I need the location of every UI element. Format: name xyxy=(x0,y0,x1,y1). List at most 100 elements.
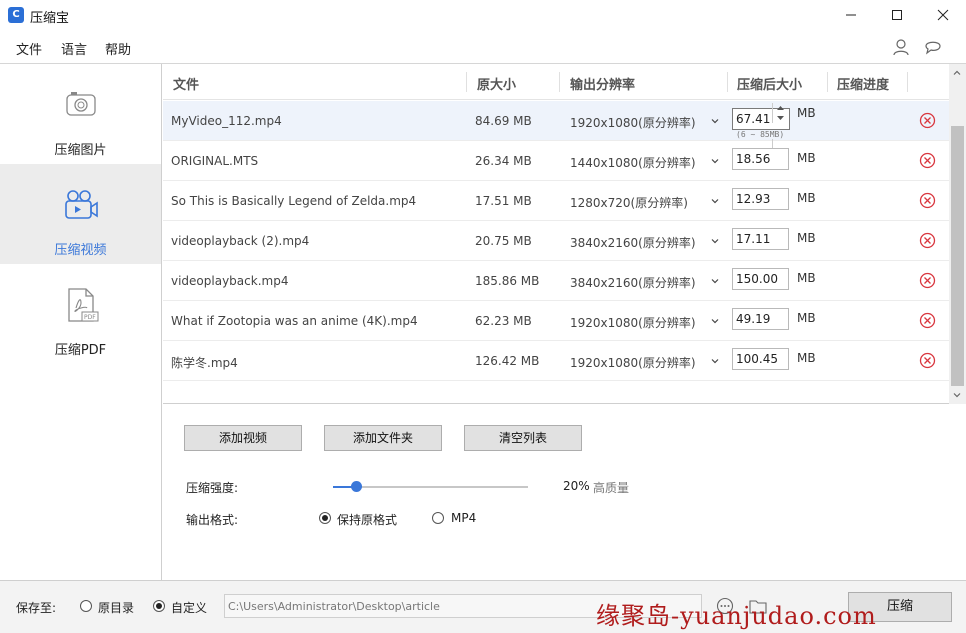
menu-help[interactable]: 帮助 xyxy=(105,39,131,58)
save-original-dir-radio[interactable] xyxy=(80,600,92,612)
header-progress: 压缩进度 xyxy=(837,78,890,93)
file-name: So This is Basically Legend of Zelda.mp4 xyxy=(171,194,417,208)
chat-icon[interactable] xyxy=(924,38,942,56)
menu-language[interactable]: 语言 xyxy=(61,39,87,58)
resolution-select[interactable]: 3840x2160(原分辨率) xyxy=(570,274,696,291)
save-to-label: 保存至: xyxy=(16,601,57,615)
strength-value: 20% xyxy=(563,479,590,493)
column-separator xyxy=(559,72,560,92)
minimize-button[interactable] xyxy=(828,0,874,30)
chevron-down-icon[interactable] xyxy=(710,356,720,366)
target-size-input[interactable]: 18.56 xyxy=(732,148,789,170)
chevron-down-icon[interactable] xyxy=(710,156,720,166)
scroll-thumb[interactable] xyxy=(951,126,964,386)
strength-slider-track[interactable] xyxy=(333,486,528,488)
add-folder-button[interactable]: 添加文件夹 xyxy=(324,425,442,451)
format-mp4-label[interactable]: MP4 xyxy=(451,511,476,525)
clear-list-button[interactable]: 清空列表 xyxy=(464,425,582,451)
target-size-input[interactable]: 17.11 xyxy=(732,228,789,250)
file-name: videoplayback (2).mp4 xyxy=(171,234,310,248)
target-size-input[interactable]: 150.00 xyxy=(732,268,789,290)
chevron-down-icon[interactable] xyxy=(710,196,720,206)
menu-bar: 文件 语言 帮助 xyxy=(0,32,966,62)
sidebar-item-compress-video[interactable]: 压缩视频 xyxy=(0,164,161,264)
strength-description: 高质量 xyxy=(593,481,630,495)
spin-down-icon[interactable] xyxy=(773,113,788,123)
size-unit: MB xyxy=(797,311,816,325)
resolution-select[interactable]: 1920x1080(原分辨率) xyxy=(570,354,696,371)
strength-label: 压缩强度: xyxy=(186,481,239,495)
strength-slider-handle[interactable] xyxy=(351,481,363,492)
remove-icon[interactable] xyxy=(919,232,936,249)
save-custom-radio[interactable] xyxy=(153,600,165,612)
close-icon xyxy=(937,9,949,21)
header-resolution: 输出分辨率 xyxy=(570,78,636,93)
target-size-input[interactable]: 12.93 xyxy=(732,188,789,210)
menu-file[interactable]: 文件 xyxy=(16,39,42,58)
scroll-down-icon[interactable] xyxy=(952,390,962,400)
file-name: What if Zootopia was an anime (4K).mp4 xyxy=(171,314,418,328)
chevron-down-icon[interactable] xyxy=(710,276,720,286)
maximize-button[interactable] xyxy=(874,0,920,30)
format-keep-radio[interactable] xyxy=(319,512,331,524)
remove-icon[interactable] xyxy=(919,192,936,209)
column-separator xyxy=(727,72,728,92)
table-row[interactable]: ORIGINAL.MTS 26.34 MB 1440x1080(原分辨率) 18… xyxy=(163,141,949,181)
user-icon[interactable] xyxy=(892,38,910,56)
table-row[interactable]: videoplayback.mp4 185.86 MB 3840x2160(原分… xyxy=(163,261,949,301)
sidebar-item-compress-pdf[interactable]: PDF 压缩PDF xyxy=(0,264,161,364)
table-row[interactable]: 陈学冬.mp4 126.42 MB 1920x1080(原分辨率) 100.45… xyxy=(163,341,949,381)
original-size: 17.51 MB xyxy=(475,194,532,208)
table-scrollbar[interactable] xyxy=(949,64,966,404)
sidebar-item-compress-image[interactable]: 压缩图片 xyxy=(0,64,161,164)
table-row[interactable]: videoplayback (2).mp4 20.75 MB 3840x2160… xyxy=(163,221,949,261)
title-bar: C 压缩宝 xyxy=(0,0,966,32)
resolution-select[interactable]: 1440x1080(原分辨率) xyxy=(570,154,696,171)
table-row[interactable]: What if Zootopia was an anime (4K).mp4 6… xyxy=(163,301,949,341)
size-unit: MB xyxy=(797,151,816,165)
chevron-down-icon[interactable] xyxy=(710,316,720,326)
format-keep-label[interactable]: 保持原格式 xyxy=(337,511,397,528)
original-size: 62.23 MB xyxy=(475,314,532,328)
target-size-input[interactable]: 100.45 xyxy=(732,348,789,370)
sidebar: 压缩图片 压缩视频 PDF 压缩PDF xyxy=(0,64,162,580)
watermark: 缘聚岛-yuanjudao.com xyxy=(596,602,877,630)
target-size-input[interactable]: 49.19 xyxy=(732,308,789,330)
pdf-icon: PDF xyxy=(68,288,99,322)
save-custom-label[interactable]: 自定义 xyxy=(171,599,207,616)
size-unit: MB xyxy=(797,271,816,285)
svg-text:PDF: PDF xyxy=(84,314,96,321)
table-row[interactable]: So This is Basically Legend of Zelda.mp4… xyxy=(163,181,949,221)
original-size: 84.69 MB xyxy=(475,114,532,128)
table-header: 文件 原大小 输出分辨率 压缩后大小 压缩进度 xyxy=(163,64,949,100)
chevron-down-icon[interactable] xyxy=(710,236,720,246)
resolution-select[interactable]: 1920x1080(原分辨率) xyxy=(570,114,696,131)
column-separator xyxy=(827,72,828,92)
resolution-select[interactable]: 1280x720(原分辨率) xyxy=(570,194,688,211)
file-table: 文件 原大小 输出分辨率 压缩后大小 压缩进度 MyVideo_112.mp4 … xyxy=(163,64,966,404)
chevron-down-icon[interactable] xyxy=(710,116,720,126)
image-icon xyxy=(66,92,96,116)
remove-icon[interactable] xyxy=(919,352,936,369)
resolution-select[interactable]: 1920x1080(原分辨率) xyxy=(570,314,696,331)
table-row[interactable]: MyVideo_112.mp4 84.69 MB 1920x1080(原分辨率)… xyxy=(163,101,949,159)
spin-buttons[interactable] xyxy=(772,103,787,123)
spin-up-icon[interactable] xyxy=(773,103,788,113)
add-video-button[interactable]: 添加视频 xyxy=(184,425,302,451)
file-name: MyVideo_112.mp4 xyxy=(171,114,282,128)
remove-icon[interactable] xyxy=(919,112,936,129)
format-mp4-radio[interactable] xyxy=(432,512,444,524)
original-size: 126.42 MB xyxy=(475,354,540,368)
window-title: 压缩宝 xyxy=(30,11,70,26)
remove-icon[interactable] xyxy=(919,272,936,289)
column-separator xyxy=(466,72,467,92)
minimize-icon xyxy=(846,14,856,16)
remove-icon[interactable] xyxy=(919,312,936,329)
remove-icon[interactable] xyxy=(919,152,936,169)
resolution-select[interactable]: 3840x2160(原分辨率) xyxy=(570,234,696,251)
scroll-up-icon[interactable] xyxy=(952,68,962,78)
sidebar-item-label: 压缩视频 xyxy=(54,243,107,258)
close-button[interactable] xyxy=(920,0,966,30)
save-original-dir-label[interactable]: 原目录 xyxy=(98,599,134,616)
file-name: videoplayback.mp4 xyxy=(171,274,289,288)
